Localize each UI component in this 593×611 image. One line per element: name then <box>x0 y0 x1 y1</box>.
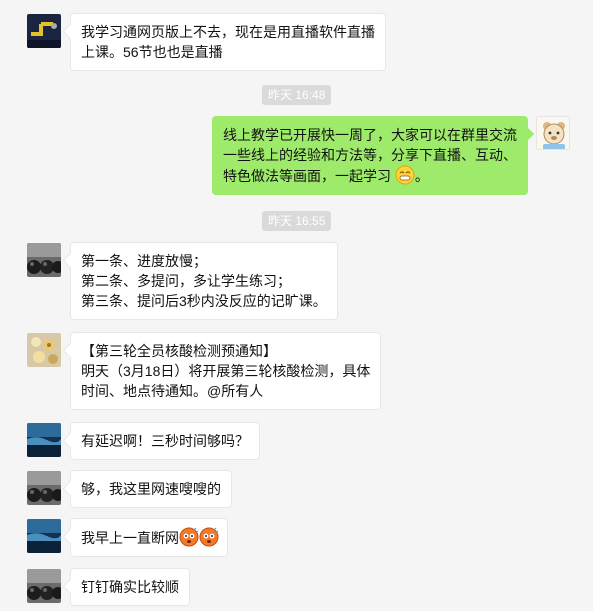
message-text: 有延迟啊！三秒时间够吗？ <box>81 433 249 449</box>
angry-emoji-icon <box>199 527 219 547</box>
seascape-avatar-icon[interactable] <box>27 519 61 553</box>
message-bubble[interactable]: 钉钉确实比较顺 <box>70 568 190 606</box>
dark-balls-avatar-icon[interactable] <box>27 569 61 603</box>
timestamp: 昨天 16:48 <box>262 85 332 105</box>
robot-arm-avatar-icon[interactable] <box>27 14 61 48</box>
message-text: 我早上一直断网 <box>81 530 179 546</box>
message-text: 时间、地点待通知。@所有人 <box>81 383 264 399</box>
message-text: 特色做法等画面，一起学习 <box>223 168 391 184</box>
message-text: 上课。56节也也是直播 <box>81 44 223 60</box>
message-text: 。 <box>414 168 429 184</box>
message-bubble[interactable]: 【第三轮全员核酸检测预通知】 明天（3月18日）将开展第三轮核酸检测，具体 时间… <box>70 332 382 410</box>
message-bubble[interactable]: 够，我这里网速嗖嗖的 <box>70 470 232 508</box>
message-text: 第三条、提问后3秒内没反应的记旷课。 <box>81 293 327 309</box>
message-text: 明天（3月18日）将开展第三轮核酸检测，具体 <box>81 363 371 379</box>
message-text: 第一条、进度放慢； <box>81 253 207 269</box>
message-line: 我早上一直断网 <box>81 527 219 548</box>
cartoon-bear-avatar-icon[interactable] <box>536 116 570 150</box>
angry-emoji-icon <box>179 527 199 547</box>
flowers-avatar-icon[interactable] <box>27 333 61 367</box>
message-text: 线上教学已开展快一周了，大家可以在群里交流 <box>223 127 517 143</box>
seascape-avatar-icon[interactable] <box>27 423 61 457</box>
dark-balls-avatar-icon[interactable] <box>27 471 61 505</box>
message-bubble[interactable]: 有延迟啊！三秒时间够吗？ <box>70 422 260 460</box>
message-text: 钉钉确实比较顺 <box>81 579 179 595</box>
message-bubble[interactable]: 我学习通网页版上不去，现在是用直播软件直播 上课。56节也也是直播 <box>70 13 386 71</box>
smile-emoji-icon <box>395 165 415 185</box>
message-bubble[interactable]: 线上教学已开展快一周了，大家可以在群里交流 一些线上的经验和方法等，分享下直播、… <box>212 116 528 195</box>
message-text: 一些线上的经验和方法等，分享下直播、互动、 <box>223 147 517 163</box>
dark-balls-avatar-icon[interactable] <box>27 243 61 277</box>
message-text: 第二条、多提问，多让学生练习； <box>81 273 291 289</box>
timestamp: 昨天 16:55 <box>262 211 332 231</box>
message-bubble[interactable]: 我早上一直断网 <box>70 518 228 557</box>
chat-messages: 我学习通网页版上不去，现在是用直播软件直播 上课。56节也也是直播 昨天 16:… <box>0 0 593 611</box>
message-line: 特色做法等画面，一起学习 。 <box>223 165 517 186</box>
message-text: 够，我这里网速嗖嗖的 <box>81 481 221 497</box>
message-text: 我学习通网页版上不去，现在是用直播软件直播 <box>81 24 375 40</box>
message-text: 【第三轮全员核酸检测预通知】 <box>81 343 277 359</box>
message-bubble[interactable]: 第一条、进度放慢； 第二条、多提问，多让学生练习； 第三条、提问后3秒内没反应的… <box>70 242 338 320</box>
